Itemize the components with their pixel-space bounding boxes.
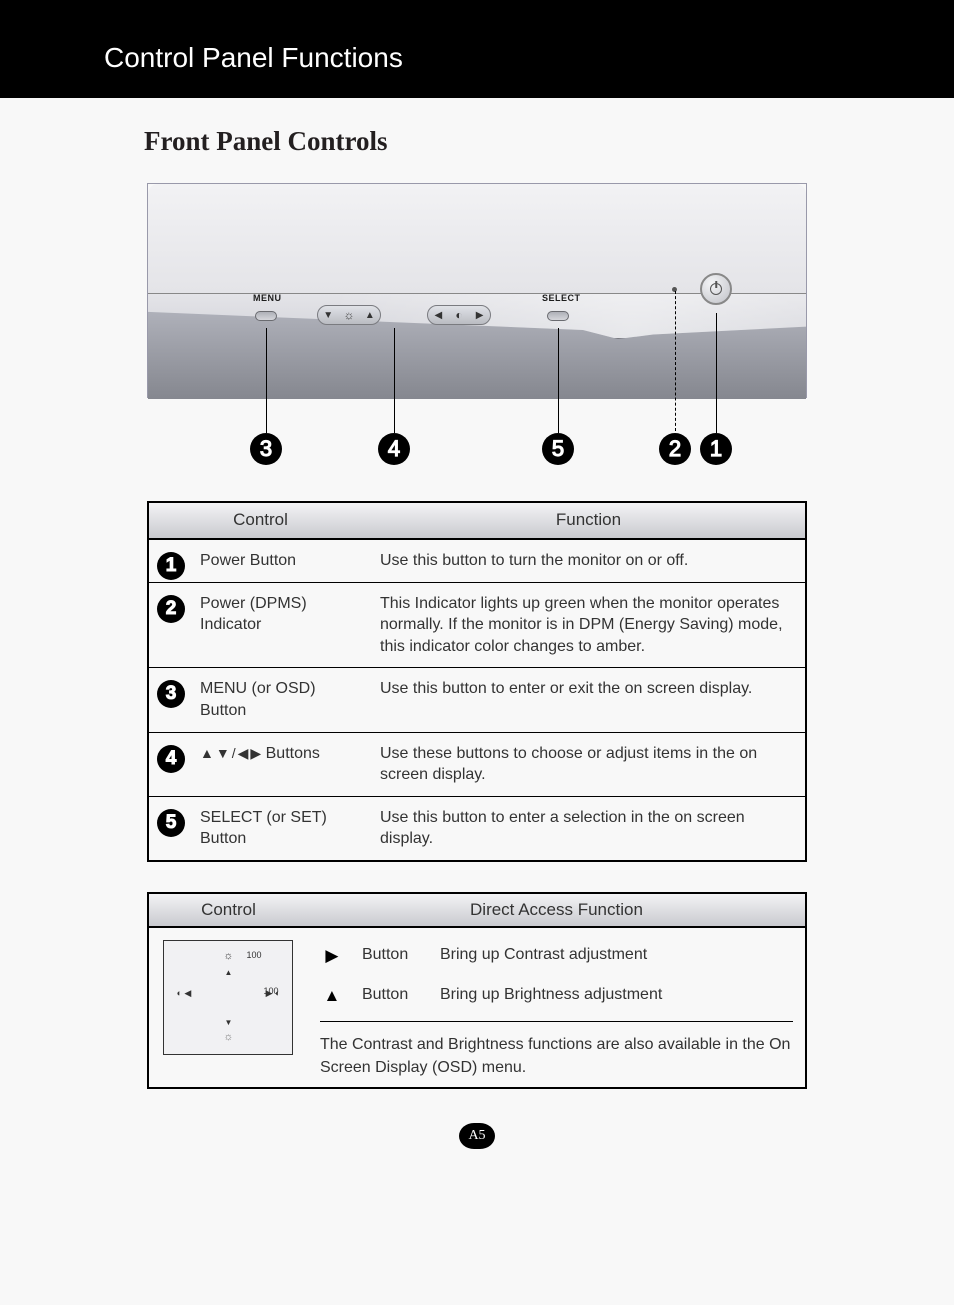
daf-row: ▶ Button Bring up Contrast adjustment [320, 936, 793, 976]
control-desc: Use this button to turn the monitor on o… [372, 539, 806, 582]
table-row: 4 ▲ ▼/◀ ▶ Buttons Use these buttons to c… [148, 732, 806, 796]
header-bar: Control Panel Functions [0, 0, 954, 98]
sun-icon: ☼ [223, 949, 233, 964]
menu-button[interactable] [255, 311, 277, 321]
th-control: Control [148, 893, 308, 927]
daf-note: The Contrast and Brightness functions ar… [320, 1021, 793, 1079]
select-button[interactable] [547, 311, 569, 321]
up-triangle-icon: ▲ [320, 984, 344, 1008]
contrast-rocker[interactable]: ◀ ◐ ▶ [427, 305, 491, 325]
power-button[interactable] [700, 273, 732, 305]
osd-thumbnail: ☼ 100 ▲ ◐ ◀ ▶ ◐ 100 ▼ ☼ [163, 940, 293, 1055]
down-triangle-icon: ▼ [216, 744, 230, 763]
up-triangle-icon: ▲ [200, 744, 214, 763]
menu-label: MENU [253, 293, 282, 303]
control-name: ▲ ▼/◀ ▶ Buttons [192, 732, 372, 796]
right-icon: ▶ [476, 310, 484, 321]
page-number: A5 [459, 1123, 495, 1149]
down-triangle-icon: ▼ [225, 1017, 233, 1028]
right-triangle-icon: ▶ [320, 944, 344, 968]
control-desc: Use this button to enter a selection in … [372, 796, 806, 861]
front-panel-illustration: MENU ▼ ☼ ▲ ◀ ◐ ▶ SELECT 3 4 5 2 1 [147, 183, 807, 483]
sun-dim-icon: ☼ [223, 1030, 233, 1045]
button-label: Button [362, 944, 422, 966]
controls-table: Control Function 1 Power Button Use this… [147, 501, 807, 862]
select-label: SELECT [542, 293, 581, 303]
table-row: 1 Power Button Use this button to turn t… [148, 539, 806, 582]
table-row: 3 MENU (or OSD) Button Use this button t… [148, 668, 806, 732]
brightness-rocker[interactable]: ▼ ☼ ▲ [317, 305, 381, 325]
sun-icon: ☼ [343, 308, 354, 322]
page-title: Control Panel Functions [104, 42, 954, 74]
daf-desc: Bring up Brightness adjustment [440, 984, 662, 1006]
row-num: 2 [157, 595, 185, 623]
down-icon: ▼ [323, 310, 333, 321]
table-row: 2 Power (DPMS) Indicator This Indicator … [148, 582, 806, 668]
contrast-icon: ◐ ◀ [176, 987, 191, 1000]
up-icon: ▲ [365, 310, 375, 321]
callout-3: 3 [250, 433, 282, 465]
control-desc: Use this button to enter or exit the on … [372, 668, 806, 732]
contrast-icon: ◐ [455, 308, 462, 322]
control-desc: Use these buttons to choose or adjust it… [372, 732, 806, 796]
callout-4: 4 [378, 433, 410, 465]
row-num: 3 [157, 680, 185, 708]
button-label: Button [362, 984, 422, 1006]
callout-1: 1 [700, 433, 732, 465]
power-icon [710, 283, 722, 295]
control-desc: This Indicator lights up green when the … [372, 582, 806, 668]
th-function: Function [372, 502, 806, 539]
th-control: Control [148, 502, 372, 539]
callout-5: 5 [542, 433, 574, 465]
control-name: Power (DPMS) Indicator [192, 582, 372, 668]
row-num: 5 [157, 809, 185, 837]
control-name: SELECT (or SET) Button [192, 796, 372, 861]
direct-access-table: Control Direct Access Function ☼ 100 ▲ ◐… [147, 892, 807, 1089]
osd-value: 100 [263, 985, 278, 998]
table-row: 5 SELECT (or SET) Button Use this button… [148, 796, 806, 861]
control-name: Power Button [192, 539, 372, 582]
daf-desc: Bring up Contrast adjustment [440, 944, 647, 966]
th-daf: Direct Access Function [308, 893, 806, 927]
daf-row: ▲ Button Bring up Brightness adjustment [320, 976, 793, 1016]
osd-value: 100 [246, 949, 261, 962]
control-name: MENU (or OSD) Button [192, 668, 372, 732]
right-triangle-icon: ▶ [250, 744, 261, 763]
callout-2: 2 [659, 433, 691, 465]
row-num: 4 [157, 745, 185, 773]
section-title: Front Panel Controls [144, 126, 954, 157]
row-num: 1 [157, 552, 185, 580]
left-triangle-icon: ◀ [238, 744, 249, 763]
left-icon: ◀ [435, 310, 443, 321]
up-triangle-icon: ▲ [225, 967, 233, 978]
